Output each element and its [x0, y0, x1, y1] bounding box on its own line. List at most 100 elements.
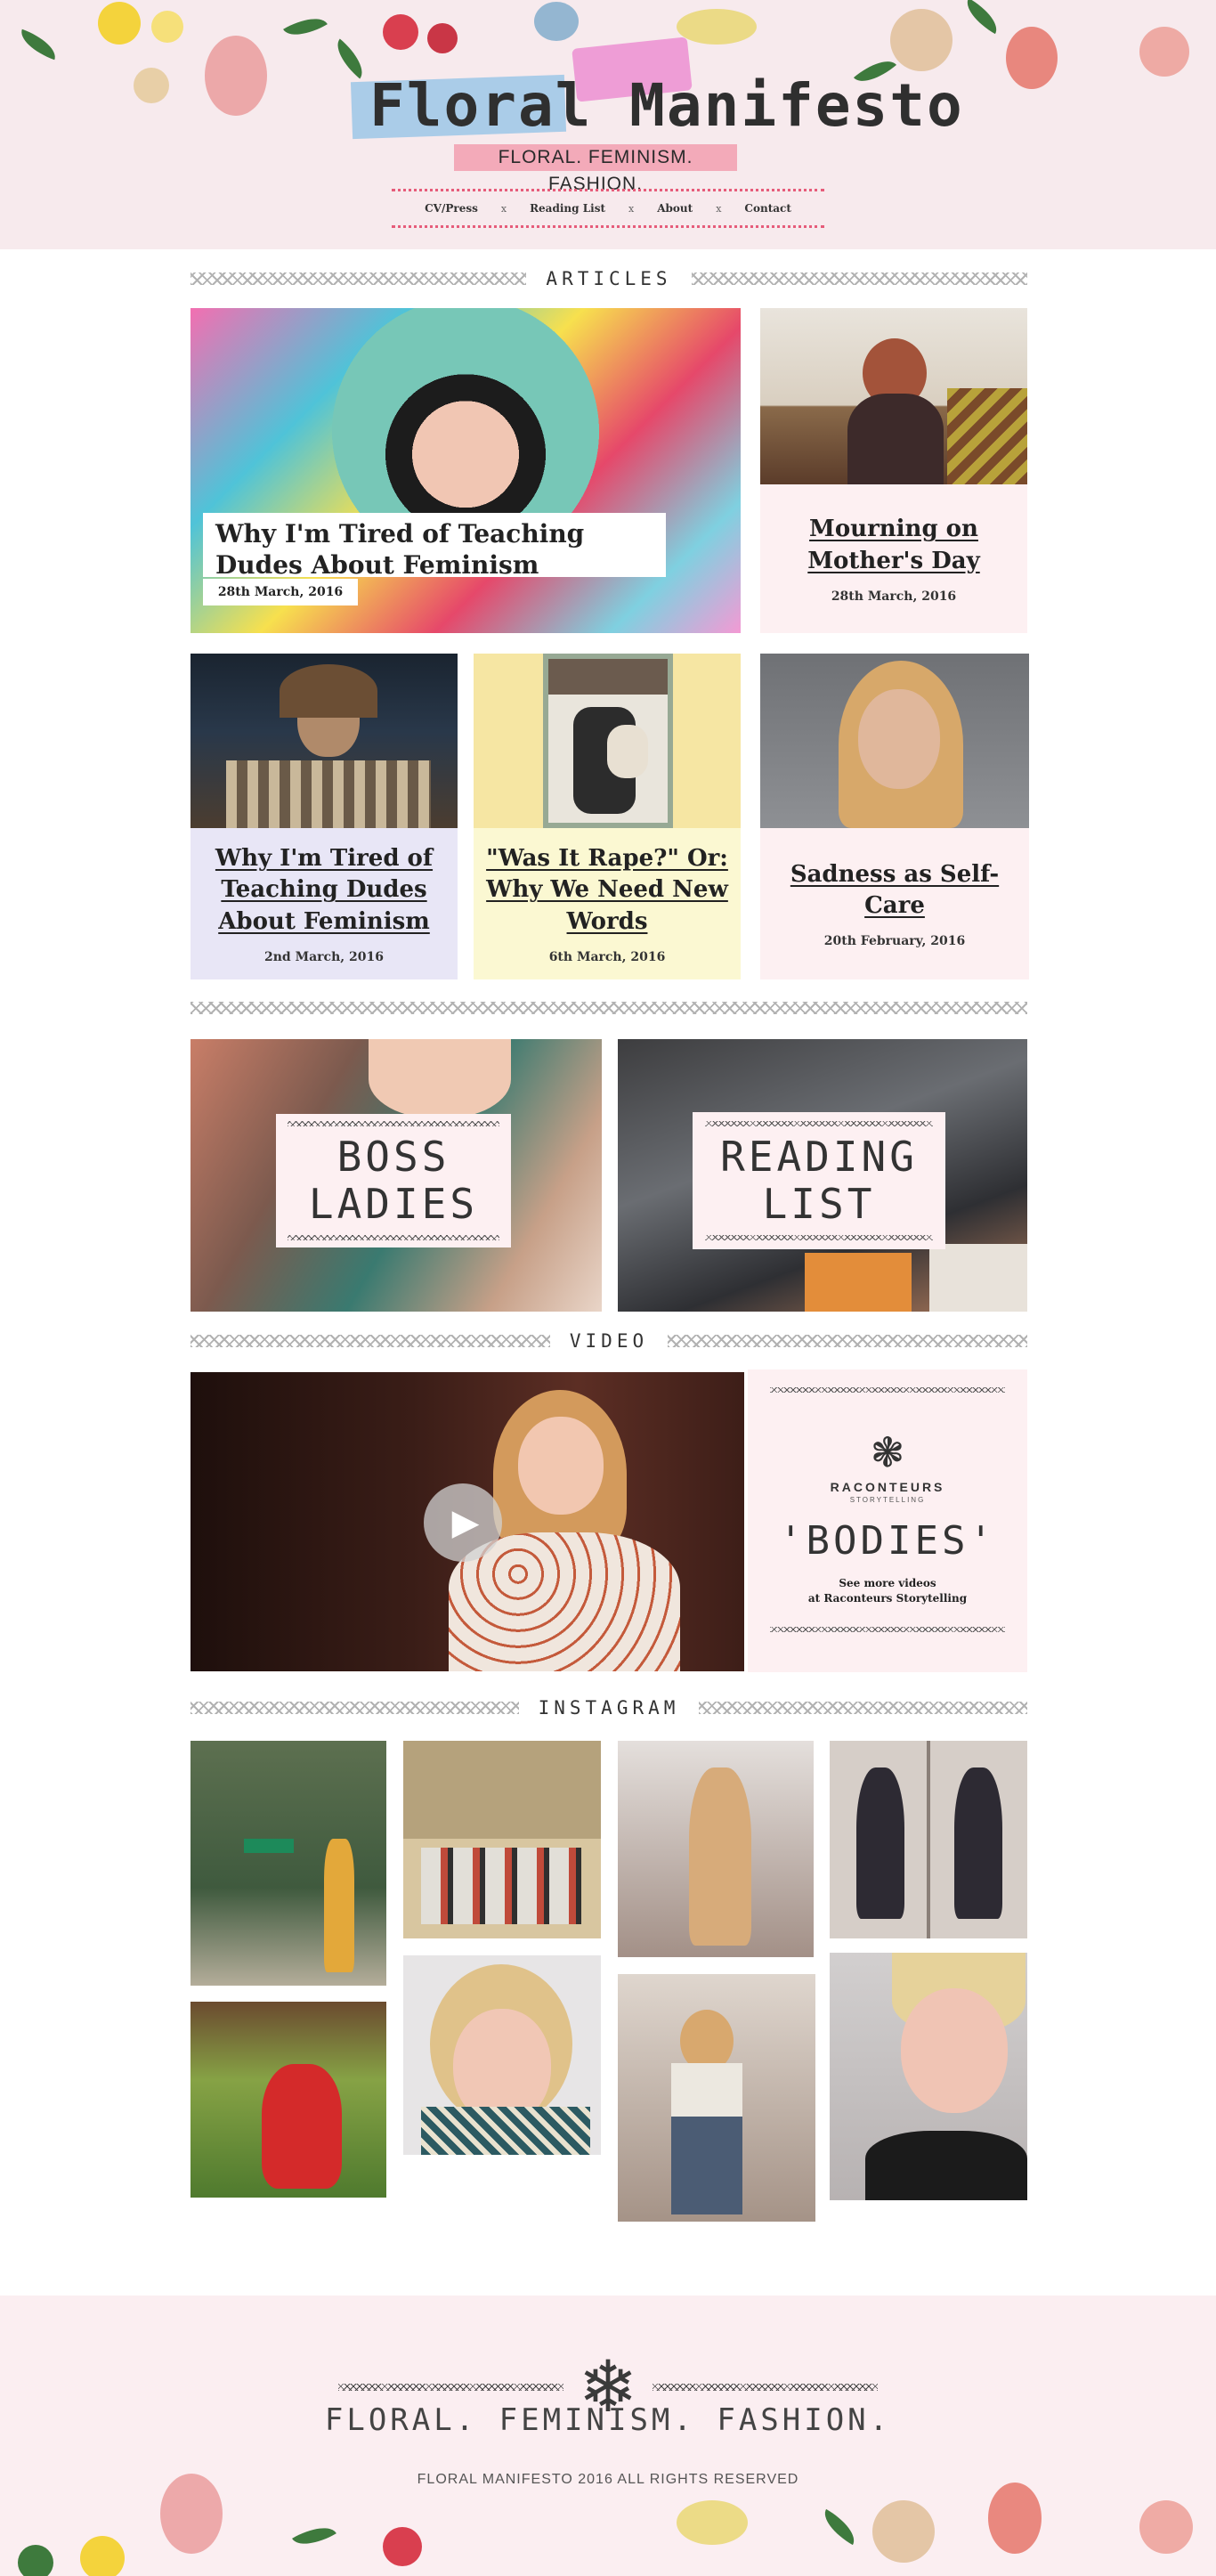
main-nav: CV/Press x Reading List x About x Contac…	[392, 189, 824, 228]
nav-link-contact[interactable]: Contact	[744, 202, 790, 215]
article-card-sadness[interactable]: Sadness as Self-Care 20th February, 2016	[760, 654, 1029, 979]
instagram-photo[interactable]	[618, 1974, 815, 2222]
raconteurs-sub: STORYTELLING	[849, 1496, 926, 1504]
cross-stitch-line	[338, 2384, 563, 2391]
flower-decoration	[134, 68, 169, 103]
flower-decoration	[1006, 27, 1058, 89]
more-videos-line1: See more videos	[839, 1577, 936, 1589]
article-image-mothers-day	[760, 308, 1027, 484]
featured-article-title[interactable]: Why I'm Tired of Teaching Dudes About Fe…	[215, 518, 653, 581]
article-date-dudes: 2nd March, 2016	[264, 949, 384, 964]
flower-decoration	[205, 36, 267, 116]
article-body-mothers-day: Mourning on Mother's Day 28th March, 201…	[760, 484, 1027, 633]
article-date-mothers-day: 28th March, 2016	[831, 589, 957, 604]
divider-pattern	[699, 1702, 1028, 1714]
flower-decoration	[18, 2545, 53, 2576]
flower-decoration	[677, 9, 757, 45]
nav-link-about[interactable]: About	[657, 202, 693, 215]
more-videos-line2: at Raconteurs Storytelling	[807, 1592, 968, 1605]
article-body-sadness: Sadness as Self-Care 20th February, 2016	[760, 828, 1029, 979]
boss-ladies-image	[369, 1039, 511, 1119]
article-date-was-it-rape: 6th March, 2016	[548, 949, 666, 964]
article-body-was-it-rape: "Was It Rape?" Or: Why We Need New Words…	[474, 828, 741, 979]
video-title: 'BODIES'	[779, 1518, 996, 1564]
video-player[interactable]: ▶	[191, 1372, 744, 1671]
section-title-instagram: INSTAGRAM	[538, 1697, 680, 1719]
flower-decoration	[383, 2527, 422, 2566]
instagram-photo[interactable]	[618, 1741, 814, 1957]
nav-separator: x	[628, 202, 635, 215]
flower-decoration	[872, 2500, 935, 2563]
cross-stitch-line	[288, 1121, 499, 1127]
raconteurs-name: RACONTEURS	[830, 1480, 945, 1494]
featured-article-title-box: Why I'm Tired of Teaching Dudes About Fe…	[203, 513, 666, 580]
logo[interactable]: Floral Manifesto	[350, 37, 962, 141]
cross-stitch-line	[288, 1234, 499, 1240]
video-thumbnail	[518, 1417, 604, 1515]
site-header: Floral Manifesto FLORAL. FEMINISM. FASHI…	[0, 0, 1216, 249]
divider-pattern	[191, 1002, 1027, 1014]
flower-decoration	[988, 2483, 1042, 2554]
leaf-decoration	[292, 2517, 336, 2555]
flower-decoration	[677, 2500, 748, 2545]
article-image-was-it-rape	[474, 654, 741, 828]
flower-decoration	[80, 2536, 125, 2576]
flower-decoration	[427, 23, 458, 53]
article-card-mothers-day[interactable]: Mourning on Mother's Day 28th March, 201…	[760, 308, 1027, 633]
article-date-sadness: 20th February, 2016	[823, 934, 966, 949]
play-icon[interactable]: ▶	[424, 1483, 502, 1562]
divider-pattern	[691, 272, 1027, 285]
articles-divider: ARTICLES	[191, 268, 1027, 289]
nav-link-cv-press[interactable]: CV/Press	[425, 202, 478, 215]
article-title-mothers-day[interactable]: Mourning on Mother's Day	[771, 514, 1017, 576]
article-title-was-it-rape[interactable]: "Was It Rape?" Or: Why We Need New Words	[484, 843, 730, 937]
video-info: ❃ RACONTEURS STORYTELLING 'BODIES' See m…	[748, 1369, 1027, 1672]
instagram-photo[interactable]	[191, 1741, 386, 1986]
article-title-sadness[interactable]: Sadness as Self-Care	[771, 859, 1018, 922]
instagram-photo[interactable]	[830, 1741, 1027, 1938]
nav-separator: x	[500, 202, 507, 215]
article-card-was-it-rape[interactable]: "Was It Rape?" Or: Why We Need New Words…	[474, 654, 741, 979]
article-title-dudes[interactable]: Why I'm Tired of Teaching Dudes About Fe…	[201, 843, 447, 937]
leaf-decoration	[283, 8, 328, 45]
divider-pattern	[191, 272, 527, 285]
divider-pattern	[668, 1335, 1027, 1347]
leaf-decoration	[817, 2508, 862, 2546]
video-divider: VIDEO	[191, 1330, 1027, 1352]
flower-decoration	[890, 9, 953, 71]
footer-tagline: FLORAL. FEMINISM. FASHION.	[324, 2402, 892, 2438]
flower-decoration	[1139, 27, 1189, 77]
divider-pattern	[191, 1335, 550, 1347]
section-title-video: VIDEO	[569, 1330, 649, 1352]
more-videos-link[interactable]: See more videos at Raconteurs Storytelli…	[808, 1576, 967, 1607]
article-image-dudes	[191, 654, 458, 828]
cross-stitch-line	[705, 1121, 933, 1127]
cross-stitch-line	[770, 1626, 1005, 1632]
flower-decoration	[98, 2, 141, 45]
leaf-decoration	[960, 0, 1004, 35]
flower-decoration	[151, 11, 183, 43]
nav-separator: x	[716, 202, 722, 215]
article-card-dudes[interactable]: Why I'm Tired of Teaching Dudes About Fe…	[191, 654, 458, 979]
cross-stitch-line	[770, 1387, 1005, 1393]
instagram-photo[interactable]	[191, 2002, 386, 2198]
cross-stitch-line	[705, 1234, 933, 1240]
article-image-sadness	[760, 654, 1029, 828]
reading-list-banner[interactable]: READING LIST	[618, 1039, 1027, 1312]
instagram-photo[interactable]	[403, 1741, 601, 1938]
boss-ladies-label: BOSS LADIES	[276, 1114, 511, 1247]
cross-stitch-line	[653, 2384, 878, 2391]
reading-list-image	[929, 1244, 1027, 1312]
nav-link-reading-list[interactable]: Reading List	[530, 202, 605, 215]
divider-pattern	[191, 1702, 519, 1714]
tagline-banner: FLORAL. FEMINISM. FASHION.	[454, 144, 737, 194]
featured-article-card[interactable]: Why I'm Tired of Teaching Dudes About Fe…	[191, 308, 741, 633]
instagram-photo[interactable]	[830, 1953, 1027, 2200]
reading-list-image	[805, 1253, 912, 1312]
flower-decoration	[534, 2, 579, 41]
flower-decoration	[1139, 2500, 1193, 2554]
section-title-articles: ARTICLES	[546, 268, 672, 289]
featured-article-date: 28th March, 2016	[203, 579, 358, 605]
boss-ladies-banner[interactable]: BOSS LADIES	[191, 1039, 602, 1312]
instagram-photo[interactable]	[403, 1955, 601, 2155]
